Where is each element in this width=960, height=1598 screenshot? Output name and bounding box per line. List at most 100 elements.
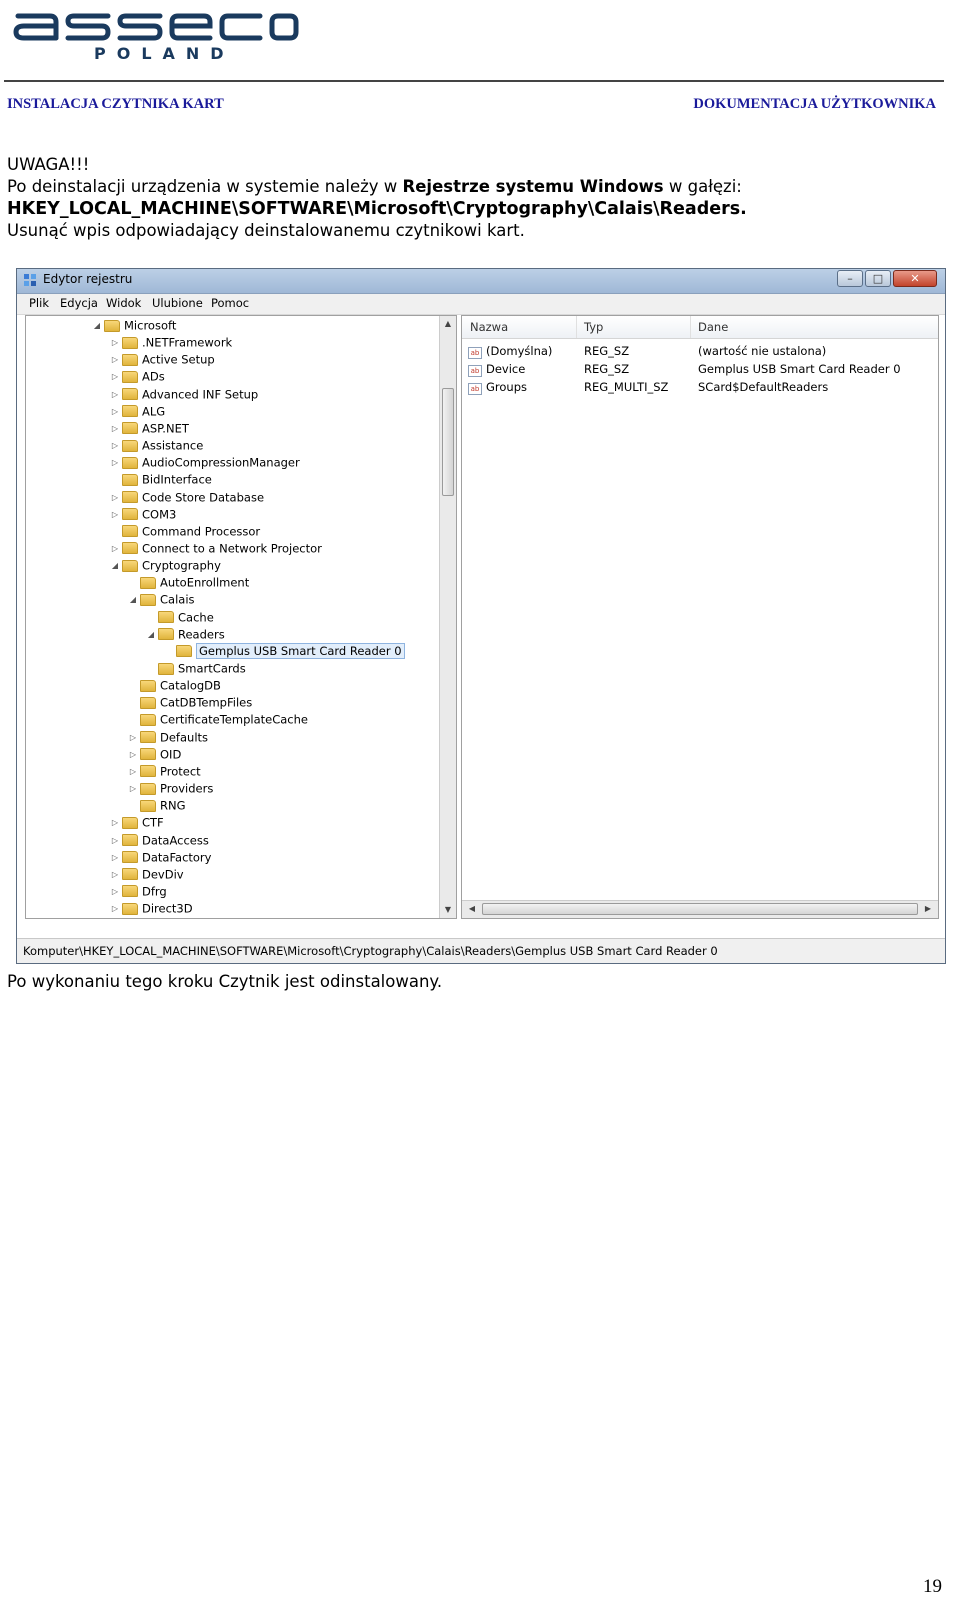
expand-arrow-icon[interactable]: ◢ — [128, 595, 138, 604]
tree-node[interactable]: ▷ .NETFramework — [110, 335, 232, 352]
tree-node[interactable]: CertificateTemplateCache — [128, 712, 308, 729]
value-type: REG_SZ — [584, 362, 630, 376]
window-titlebar[interactable]: Edytor rejestru – □ ✕ — [17, 269, 945, 294]
expand-arrow-icon[interactable]: ▷ — [128, 784, 138, 793]
scroll-left-icon[interactable]: ◀ — [464, 901, 480, 917]
tree-node[interactable]: CatDBTempFiles — [128, 695, 252, 712]
tree-node[interactable]: ▷ OID — [128, 747, 181, 764]
tree-node[interactable]: ▷ Active Setup — [110, 352, 215, 369]
tree-node-label: CTF — [142, 815, 164, 830]
tree-scroll-thumb[interactable] — [442, 388, 454, 496]
tree-node[interactable]: ▷ ASP.NET — [110, 421, 189, 438]
expand-arrow-icon[interactable]: ▷ — [128, 750, 138, 759]
expand-arrow-icon[interactable]: ▷ — [128, 733, 138, 742]
column-data[interactable]: Dane — [698, 320, 728, 334]
header-right: DOKUMENTACJA UŻYTKOWNIKA — [693, 96, 936, 112]
tree-node[interactable]: ◢ Readers — [146, 627, 225, 644]
scroll-down-icon[interactable]: ▼ — [440, 902, 456, 918]
tree-node[interactable]: ▷ DevDiv — [110, 867, 184, 884]
tree-node[interactable]: Cache — [146, 610, 214, 627]
tree-node[interactable]: AutoEnrollment — [128, 575, 249, 592]
tree-node[interactable]: ▷ Dfrg — [110, 884, 167, 901]
expand-arrow-icon[interactable]: ▷ — [110, 441, 120, 450]
list-row[interactable]: ab (Domyślna) REG_SZ (wartość nie ustalo… — [462, 342, 938, 360]
menu-file[interactable]: Plik — [29, 296, 49, 310]
tree-node[interactable]: ▷ COM3 — [110, 507, 176, 524]
tree-node[interactable]: ▷ Providers — [128, 781, 213, 798]
tree-node[interactable]: ▷ ADs — [110, 369, 165, 386]
list-row[interactable]: ab Device REG_SZ Gemplus USB Smart Card … — [462, 360, 938, 378]
expand-arrow-icon[interactable]: ▷ — [110, 355, 120, 364]
tree-scrollbar[interactable]: ▲ ▼ — [439, 316, 456, 918]
tree-node[interactable]: ▷ ALG — [110, 404, 165, 421]
registry-tree[interactable]: ◢ Microsoft ▷ .NETFramework ▷ Active Setup ▷ AD… — [25, 315, 457, 919]
tree-node[interactable]: ▷ Assistance — [110, 438, 203, 455]
expand-arrow-icon[interactable]: ▷ — [110, 853, 120, 862]
tree-node[interactable]: SmartCards — [146, 661, 246, 678]
close-button[interactable]: ✕ — [893, 270, 937, 287]
expand-arrow-icon[interactable]: ▷ — [110, 870, 120, 879]
folder-icon — [122, 885, 138, 898]
expand-arrow-icon[interactable]: ◢ — [110, 561, 120, 570]
tree-node[interactable]: Gemplus USB Smart Card Reader 0 — [164, 643, 405, 661]
tree-node[interactable]: ▷ AudioCompressionManager — [110, 455, 300, 472]
tree-node[interactable]: ▷ Connect to a Network Projector — [110, 541, 322, 558]
list-hscrollbar[interactable]: ◀ ▶ — [462, 900, 938, 918]
list-row[interactable]: ab Groups REG_MULTI_SZ SCard$DefaultRead… — [462, 378, 938, 396]
column-type[interactable]: Typ — [584, 320, 603, 334]
column-separator[interactable] — [690, 316, 691, 338]
after-text: Po wykonaniu tego kroku Czytnik jest odi… — [7, 972, 443, 991]
expand-arrow-icon[interactable]: ▷ — [110, 818, 120, 827]
tree-node[interactable]: ◢ Calais — [128, 592, 195, 609]
tree-node[interactable]: ▷ Defaults — [128, 730, 208, 747]
expand-arrow-icon[interactable]: ▷ — [110, 510, 120, 519]
expand-arrow-icon[interactable]: ▷ — [110, 372, 120, 381]
tree-node[interactable]: ▷ DataAccess — [110, 833, 209, 850]
expand-arrow-icon[interactable]: ▷ — [110, 338, 120, 347]
tree-node[interactable]: Command Processor — [110, 524, 260, 541]
maximize-button[interactable]: □ — [865, 270, 891, 287]
tree-node[interactable]: ▷ Code Store Database — [110, 490, 264, 507]
folder-icon — [140, 576, 156, 589]
menu-edit[interactable]: Edycja — [60, 296, 98, 310]
column-name[interactable]: Nazwa — [470, 320, 508, 334]
scroll-right-icon[interactable]: ▶ — [920, 901, 936, 917]
expand-arrow-icon[interactable]: ▷ — [110, 836, 120, 845]
tree-node[interactable]: RNG — [128, 798, 186, 815]
expand-arrow-icon[interactable]: ▷ — [110, 887, 120, 896]
expand-arrow-icon[interactable]: ◢ — [146, 630, 156, 639]
tree-node-label: Dfrg — [142, 884, 167, 899]
tree-node[interactable]: BidInterface — [110, 472, 212, 489]
tree-node-label: Protect — [160, 764, 201, 779]
expand-arrow-icon[interactable]: ▷ — [110, 407, 120, 416]
tree-node[interactable]: ▷ Protect — [128, 764, 201, 781]
expand-arrow-icon[interactable]: ◢ — [92, 321, 102, 330]
tree-node-label: DataAccess — [142, 833, 209, 847]
menu-view[interactable]: Widok — [106, 296, 141, 310]
tree-node[interactable]: ▷ DataFactory — [110, 850, 212, 867]
expand-arrow-icon[interactable]: ▷ — [110, 904, 120, 913]
expand-arrow-icon[interactable]: ▷ — [128, 767, 138, 776]
expand-arrow-icon[interactable]: ▷ — [110, 544, 120, 553]
expand-arrow-icon[interactable]: ▷ — [110, 493, 120, 502]
scroll-up-icon[interactable]: ▲ — [440, 316, 456, 332]
tree-node[interactable]: ▷ Direct3D — [110, 901, 193, 918]
expand-arrow-icon[interactable]: ▷ — [110, 458, 120, 467]
tree-node[interactable]: ▷ CTF — [110, 815, 164, 832]
column-separator[interactable] — [576, 316, 577, 338]
minimize-button[interactable]: – — [837, 270, 863, 287]
tree-node[interactable]: CatalogDB — [128, 678, 221, 695]
menu-favorites[interactable]: Ulubione — [152, 296, 203, 310]
list-hscroll-thumb[interactable] — [482, 903, 918, 915]
values-list[interactable]: Nazwa Typ Dane ab (Domyślna) REG_SZ (war… — [461, 315, 939, 919]
menu-help[interactable]: Pomoc — [211, 296, 249, 310]
expand-arrow-icon[interactable]: ▷ — [110, 424, 120, 433]
logo-subtitle: POLAND — [94, 44, 235, 63]
expand-arrow-icon[interactable]: ▷ — [110, 390, 120, 399]
tree-node[interactable]: ◢ Cryptography — [110, 558, 221, 575]
folder-icon — [122, 422, 138, 435]
notice-line-1c: w gałęzi: — [663, 177, 742, 196]
tree-node-label: Assistance — [142, 438, 204, 453]
tree-node[interactable]: ◢ Microsoft — [92, 318, 176, 335]
tree-node[interactable]: ▷ Advanced INF Setup — [110, 387, 258, 404]
